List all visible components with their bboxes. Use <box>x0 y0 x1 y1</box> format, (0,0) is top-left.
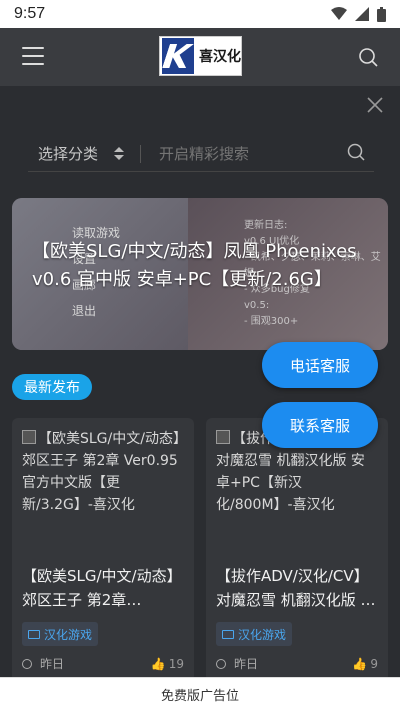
banner-note: v0.5: <box>244 300 270 311</box>
card-tag[interactable]: 汉化游戏 <box>216 622 293 646</box>
card-title[interactable]: 【拔作ADV/汉化/CV】对魔忍雪 机翻汉化版 安卓+PC【新汉化/800M】 <box>216 564 378 612</box>
logo-mark-icon <box>162 38 194 74</box>
status-time: 9:57 <box>14 5 46 22</box>
banner-note: 更新日志: <box>244 220 288 231</box>
banner-note: - 围观300+ <box>244 316 299 327</box>
hamburger-menu-icon[interactable] <box>22 47 44 65</box>
thumbs-up-icon[interactable]: 👍 <box>151 657 166 671</box>
search-divider <box>140 144 142 163</box>
logo-text: 喜汉化 <box>199 49 241 65</box>
card-date: 昨日 <box>40 657 65 671</box>
signal-icon <box>355 7 369 21</box>
search-input[interactable] <box>159 144 340 163</box>
search-bar: 选择分类 <box>28 136 374 172</box>
phone-support-button[interactable]: 电话客服 <box>262 342 378 388</box>
status-icons <box>331 6 386 22</box>
broken-image-icon <box>216 430 230 444</box>
ad-banner[interactable]: 免费版广告位 <box>0 677 400 711</box>
card-image[interactable]: 【拔作ADV/汉化/CV】对魔忍雪 机翻汉化版 安卓+PC【新汉化/800M】-… <box>216 428 378 564</box>
search-icon[interactable] <box>358 47 378 67</box>
site-logo[interactable]: 喜汉化 <box>159 36 242 76</box>
folder-icon <box>28 629 40 639</box>
battery-icon <box>377 6 386 22</box>
contact-support-button[interactable]: 联系客服 <box>262 402 378 448</box>
clock-icon <box>22 658 32 669</box>
card-image-alt: 【欧美SLG/中文/动态】郊区王子 第2章 Ver0.95 官方中文版【更新/3… <box>22 431 180 513</box>
status-bar: 9:57 <box>0 0 400 28</box>
sort-arrows-icon[interactable] <box>114 146 125 161</box>
card-likes: 19 <box>168 656 184 671</box>
card-meta: 昨日 👍 19 <box>22 655 184 672</box>
app-header: 喜汉化 <box>0 28 400 86</box>
card-meta: 昨日 👍 9 <box>216 655 378 672</box>
card-title[interactable]: 【欧美SLG/中文/动态】郊区王子 第2章 Ver0.95 官方中文版【更新/3… <box>22 564 184 612</box>
latest-section-badge: 最新发布 <box>12 374 92 400</box>
post-card[interactable]: 【拔作ADV/汉化/CV】对魔忍雪 机翻汉化版 安卓+PC【新汉化/800M】-… <box>206 418 388 682</box>
card-tag[interactable]: 汉化游戏 <box>22 622 99 646</box>
clock-icon <box>216 658 226 669</box>
card-likes: 9 <box>370 656 378 671</box>
close-icon[interactable] <box>366 96 384 114</box>
thumbs-up-icon[interactable]: 👍 <box>352 657 367 671</box>
broken-image-icon <box>22 430 36 444</box>
card-date: 昨日 <box>234 657 259 671</box>
card-image[interactable]: 【欧美SLG/中文/动态】郊区王子 第2章 Ver0.95 官方中文版【更新/3… <box>22 428 184 564</box>
post-card[interactable]: 【欧美SLG/中文/动态】郊区王子 第2章 Ver0.95 官方中文版【更新/3… <box>12 418 194 682</box>
card-tag-label: 汉化游戏 <box>44 627 93 642</box>
folder-icon <box>222 629 234 639</box>
card-tag-label: 汉化游戏 <box>238 627 287 642</box>
featured-banner[interactable]: 读取游戏 设置 画廊 退出 更新日志: v0.6 UI优化 - 凯希、夕瑟、茉莉… <box>12 198 388 350</box>
category-select[interactable]: 选择分类 <box>28 143 98 164</box>
search-submit-icon[interactable] <box>346 142 366 162</box>
banner-title[interactable]: 【欧美SLG/中文/动态】凤凰 Phoenixes v0.6 官中版 安卓+PC… <box>32 238 382 294</box>
wifi-icon <box>331 7 347 20</box>
banner-menu-item: 退出 <box>72 304 97 318</box>
